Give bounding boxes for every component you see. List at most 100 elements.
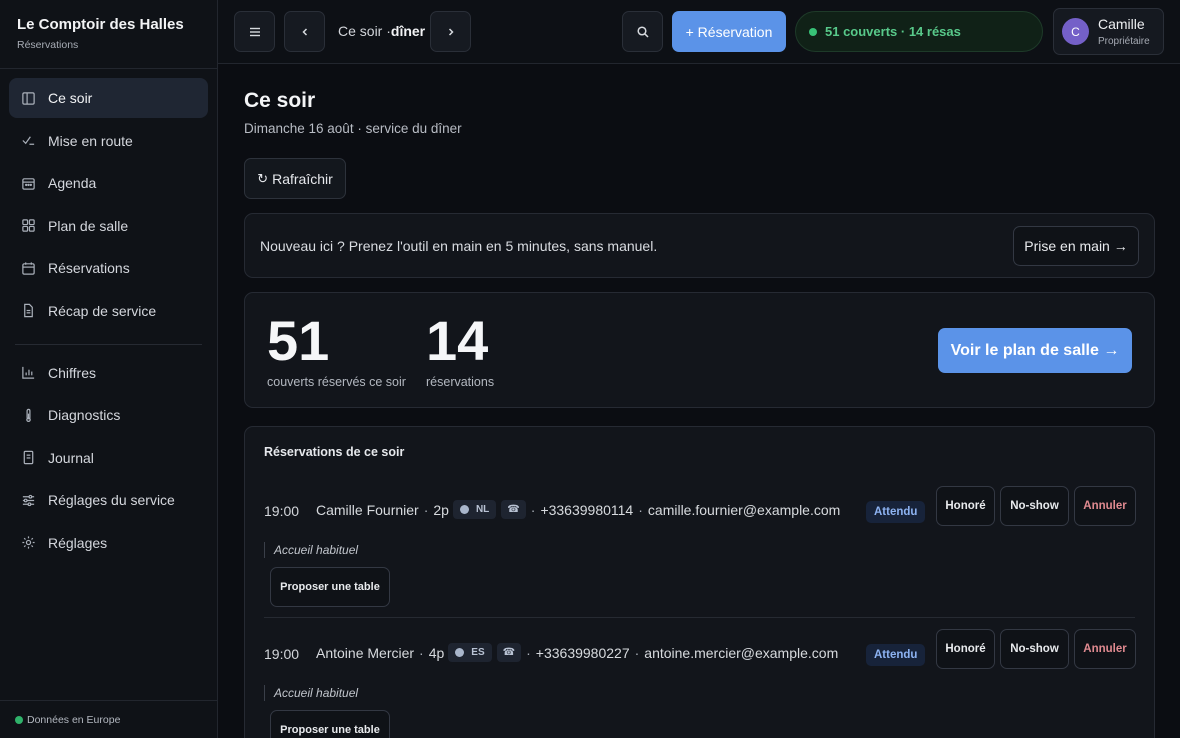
calendar-icon [21,261,36,276]
sidebar-item-label: Ce soir [48,90,93,106]
guest-phone[interactable]: +33639980227 [536,645,630,661]
sidebar-item-reservations[interactable]: Réservations [9,248,208,288]
language-badge: ES [448,643,492,662]
party-size: 2p [433,501,449,518]
no-show-button[interactable]: No-show [1000,486,1069,526]
separator: · [634,644,640,661]
topbar: Ce soir ·dîner + Réservation 51 couverts… [218,0,1180,64]
onboarding-button[interactable]: Prise en main → [1013,226,1139,266]
separator: · [419,644,424,661]
new-reservation-button[interactable]: + Réservation [672,11,786,52]
reservations-stat: 14 réservations [426,309,495,390]
sliders-icon [21,493,36,508]
reservations-label: réservations [426,375,495,389]
onboarding-banner: Nouveau ici ? Prenez l'outil en main en … [244,213,1155,278]
honore-button[interactable]: Honoré [936,629,995,669]
guest-email[interactable]: camille.fournier@example.com [648,502,840,518]
page-title: Ce soir [244,89,316,112]
menu-button[interactable] [234,11,275,52]
separator: · [423,501,429,518]
sidebar-divider [15,343,202,345]
reservations-title: Réservations de ce soir [264,445,405,459]
guest-name[interactable]: Camille Fournier [316,502,419,518]
reservations-card: Réservations de ce soir 19:00 Camille Fo… [244,426,1155,738]
sidebar-item-plan-de-salle[interactable]: Plan de salle [9,206,208,246]
floor-plan-button[interactable]: Voir le plan de salle → [938,328,1132,373]
sidebar-item-mise-en-route[interactable]: Mise en route [9,121,208,161]
menu-icon [248,25,262,39]
language-code: NL [475,504,490,515]
reservation-note: Accueil habituel [264,685,358,701]
separator: · [638,501,643,518]
row-divider [264,617,1135,618]
user-menu[interactable]: C Camille Propriétaire [1053,8,1164,55]
sidebar-item-label: Récap de service [48,302,157,319]
phone-badge[interactable]: ☎ [501,500,526,519]
thermometer-icon [21,408,36,423]
phone-icon: ☎ [502,647,516,658]
phone-badge[interactable]: ☎ [496,643,522,662]
user-name: Camille [1098,16,1145,32]
chevron-right-icon [444,25,458,39]
status-badge: Attendu [866,501,926,523]
reservation-row: 19:00 Camille Fournier · 2p NL ☎ · +3363… [245,486,1154,629]
previous-day-button[interactable] [284,11,325,52]
sidebar-item-label: Réservations [48,260,130,276]
guest-name[interactable]: Antoine Mercier [316,645,414,661]
sidebar-item-chiffres[interactable]: Chiffres [9,353,208,393]
sidebar-item-reglages-du-service[interactable]: Réglages du service [9,480,208,520]
cancel-button[interactable]: Annuler [1074,486,1136,526]
sidebar-item-label: Diagnostics [48,407,121,423]
sidebar-nav: Ce soir Mise en route Agenda Plan de sal… [0,69,217,563]
search-icon [636,25,650,39]
globe-icon [459,505,469,514]
sidebar-item-ce-soir[interactable]: Ce soir [9,78,208,118]
sidebar-item-label: Réglages [48,534,108,551]
sidebar-item-label: Journal [48,449,94,466]
status-badge: Attendu [866,644,926,666]
calendar-icon [21,176,36,191]
cancel-button[interactable]: Annuler [1074,629,1136,669]
sidebar-item-label: Réglages du service [48,492,175,508]
honore-button[interactable]: Honoré [936,486,995,526]
sidebar-item-reglages[interactable]: Réglages [9,523,208,563]
phone-icon: ☎ [507,504,520,515]
sidebar-item-label: Chiffres [48,364,96,381]
sidebar-item-agenda[interactable]: Agenda [9,163,208,203]
covers-count: 51 [267,309,330,372]
guest-phone[interactable]: +33639980114 [540,502,633,518]
sidebar-item-diagnostics[interactable]: Diagnostics [9,395,208,435]
reservations-count: 14 [426,309,489,372]
reservation-time: 19:00 [264,646,300,662]
search-button[interactable] [622,11,663,52]
reservation-time: 19:00 [264,503,300,519]
avatar: C [1062,18,1089,45]
sun-gear-icon [21,535,36,550]
sidebar-item-label: Agenda [48,175,97,191]
status-dot-icon [15,715,23,724]
user-role: Propriétaire [1098,36,1150,47]
sidebar-item-journal[interactable]: Journal [9,438,208,478]
status-dot-icon [809,27,817,36]
chevron-left-icon [298,25,312,39]
covers-status-text: 51 couverts · 14 résas [825,24,961,39]
guest-email[interactable]: antoine.mercier@example.com [644,645,838,661]
document-icon [21,303,36,318]
grid-icon [21,218,36,233]
document-icon [21,450,36,465]
sidebar-item-label: Mise en route [48,132,133,149]
refresh-button[interactable]: ↻ Rafraîchir [244,158,346,199]
refresh-label: Rafraîchir [272,170,333,187]
breadcrumb: Ce soir ·dîner [338,23,425,39]
sidebar-footer: Données en Europe [0,700,217,738]
propose-table-button[interactable]: Proposer une table [270,710,390,738]
sidebar-item-recap-de-service[interactable]: Récap de service [9,291,208,331]
reservation-row: 19:00 Antoine Mercier · 4p ES ☎ · +33639… [245,629,1154,738]
next-day-button[interactable] [430,11,471,52]
book-open-icon [21,91,36,106]
brand-name: Le Comptoir des Halles [17,16,184,33]
no-show-button[interactable]: No-show [1000,629,1069,669]
separator: · [530,501,536,518]
propose-table-button[interactable]: Proposer une table [270,567,390,607]
checklist-icon [21,133,36,148]
